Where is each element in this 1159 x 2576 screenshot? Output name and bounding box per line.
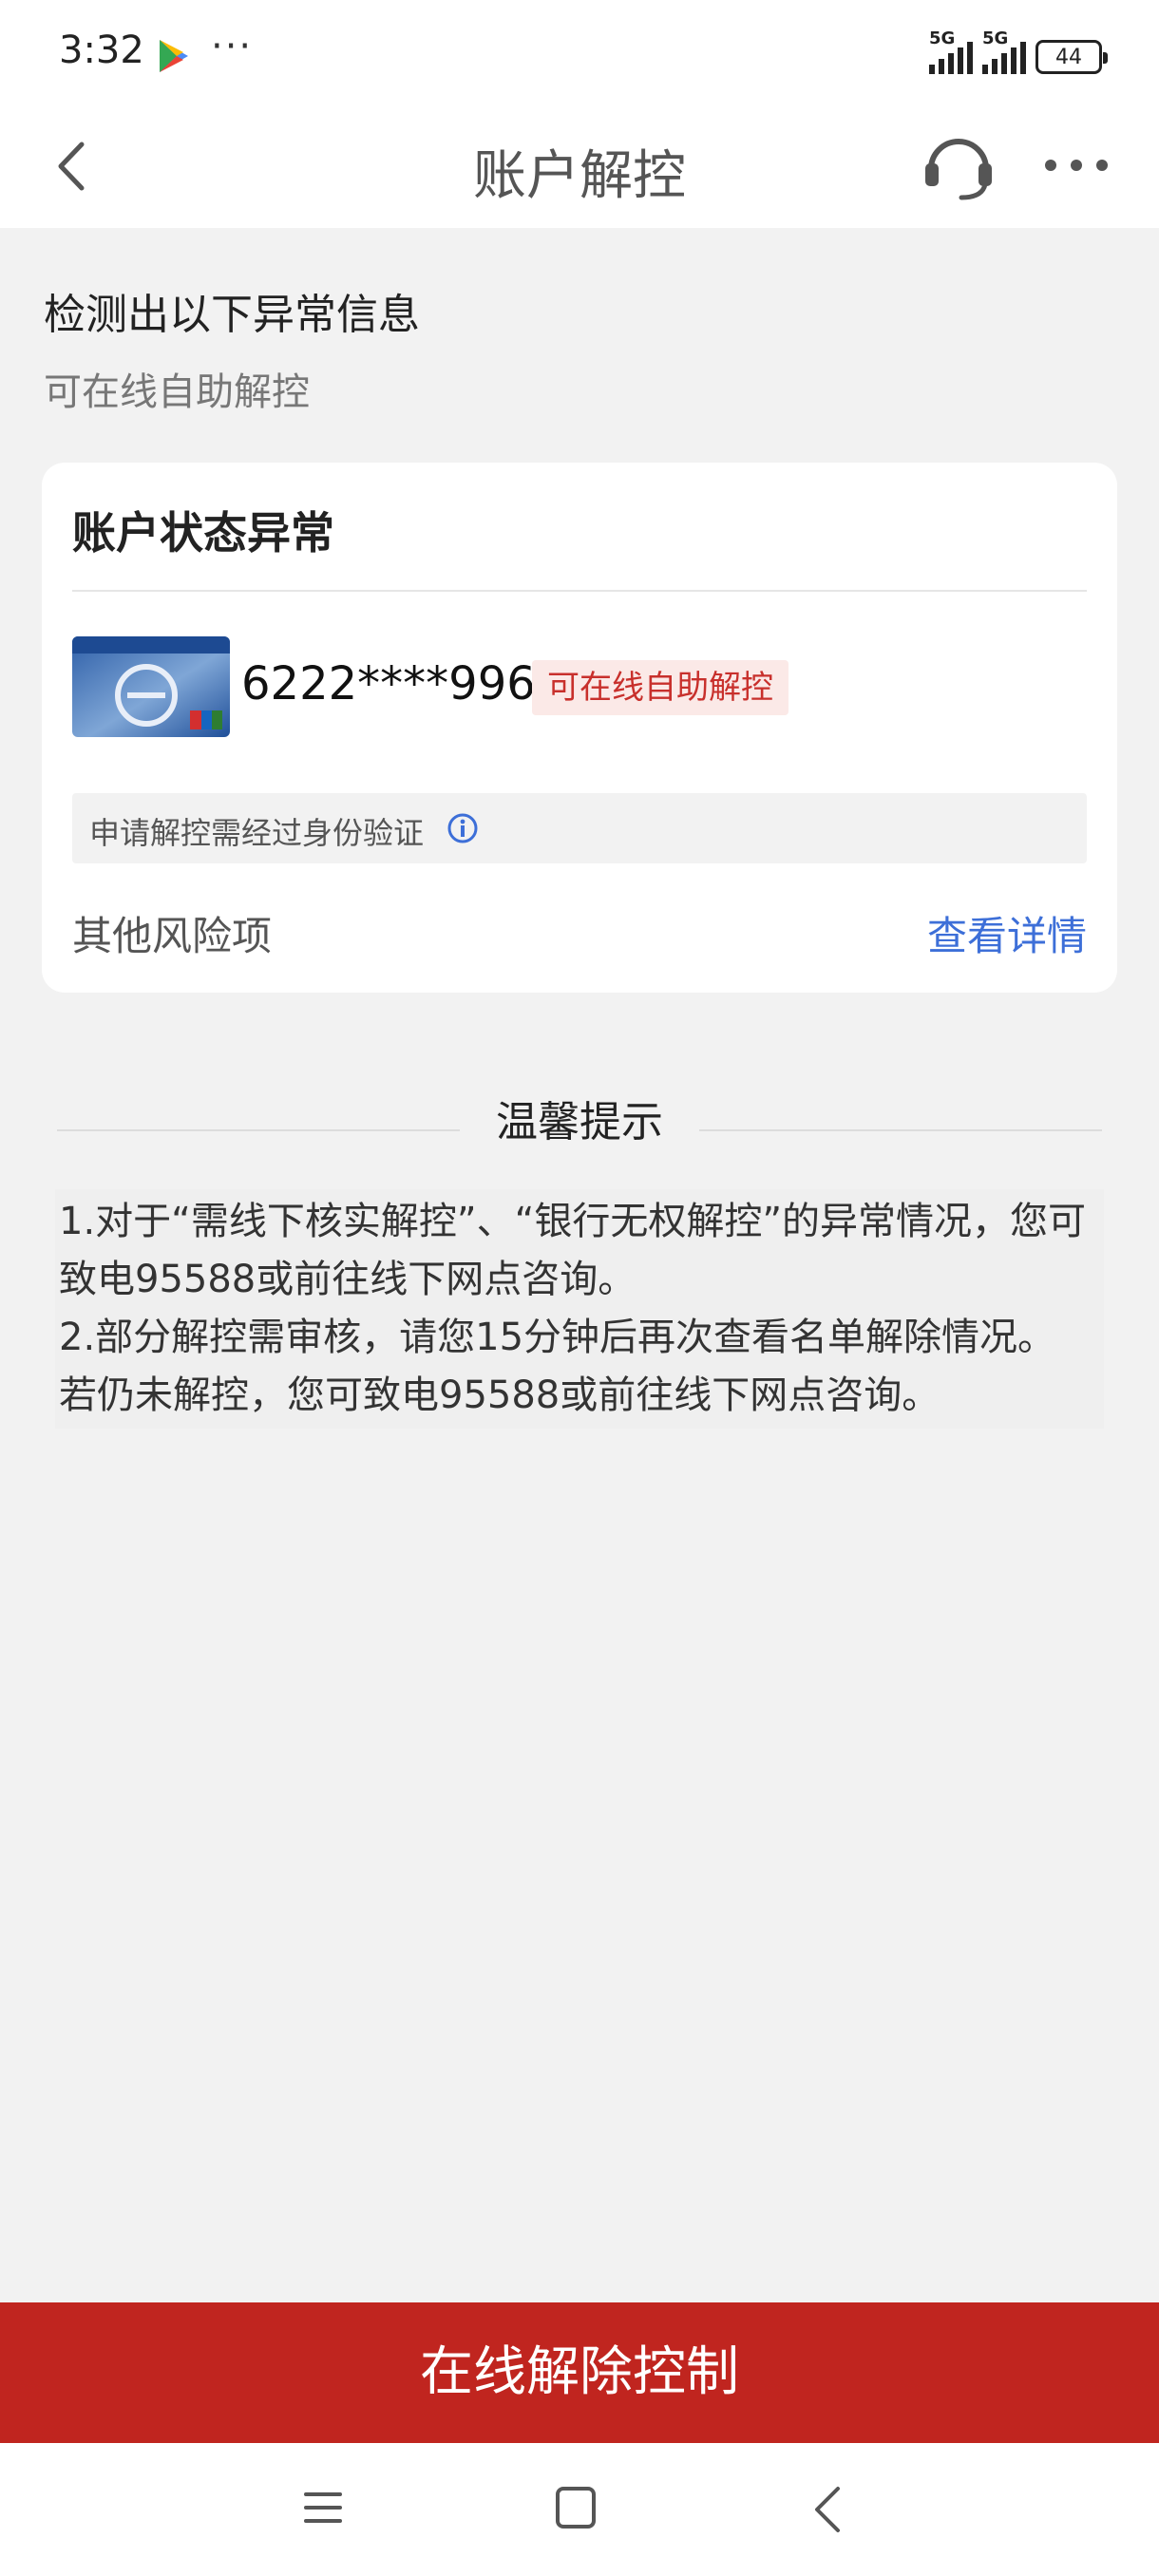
nav-bar: 账户解控: [0, 104, 1159, 228]
status-badge: 可在线自助解控: [532, 660, 788, 715]
intro-subtitle: 可在线自助解控: [44, 370, 310, 414]
verification-notice: 申请解控需经过身份验证: [72, 793, 1087, 863]
home-icon[interactable]: [555, 2485, 597, 2530]
tips-body: 1.对于“需线下核实解控”、“银行无权解控”的异常情况，您可 致电95588或前…: [55, 1189, 1104, 1429]
account-unfreeze-page: 3:32 ··· 5G 5G 44 账户解控 检测出以下异常信息 可在线自助解控…: [0, 0, 1159, 2576]
intro-title: 检测出以下异常信息: [44, 291, 420, 339]
bank-card-image: [72, 636, 230, 737]
play-store-icon: [160, 40, 188, 72]
back-nav-icon[interactable]: [809, 2483, 847, 2536]
account-status-card: 账户状态异常 6222****9966 可在线自助解控 申请解控需经过身份验证: [42, 463, 1117, 993]
other-risk-label: 其他风险项: [72, 913, 273, 959]
battery-icon: 44: [1036, 40, 1108, 74]
signal-icon-2: 5G: [982, 28, 1026, 74]
tips-line: 致电95588或前往线下网点咨询。: [59, 1258, 636, 1301]
notice-text: 申请解控需经过身份验证: [89, 815, 425, 851]
notification-more-icon: ···: [211, 25, 254, 68]
tips-divider-left: [57, 1129, 460, 1131]
tips-line: 1.对于“需线下核实解控”、“银行无权解控”的异常情况，您可: [59, 1200, 1087, 1243]
card-title: 账户状态异常: [72, 507, 334, 559]
tips-line: 2.部分解控需审核，请您15分钟后再次查看名单解除情况。: [59, 1316, 1056, 1359]
menu-icon[interactable]: [302, 2487, 344, 2529]
system-nav-bar: [0, 2443, 1159, 2576]
card-number: 6222****9966: [241, 657, 565, 710]
tips-title: 温馨提示: [460, 1094, 699, 1166]
online-unfreeze-button[interactable]: 在线解除控制: [0, 2302, 1159, 2443]
tips-divider-right: [699, 1129, 1102, 1131]
status-time: 3:32: [59, 28, 144, 72]
signal-icon-1: 5G: [929, 28, 973, 74]
status-indicators: 5G 5G 44: [929, 28, 1108, 74]
info-icon[interactable]: [446, 812, 479, 844]
more-icon[interactable]: [1041, 146, 1112, 184]
headset-icon[interactable]: [920, 125, 998, 203]
view-details-link[interactable]: 查看详情: [927, 904, 1087, 962]
status-bar: 3:32 ··· 5G 5G 44: [0, 0, 1159, 104]
tips-line: 若仍未解控，您可致电95588或前往线下网点咨询。: [59, 1373, 940, 1417]
card-divider: [72, 590, 1087, 592]
